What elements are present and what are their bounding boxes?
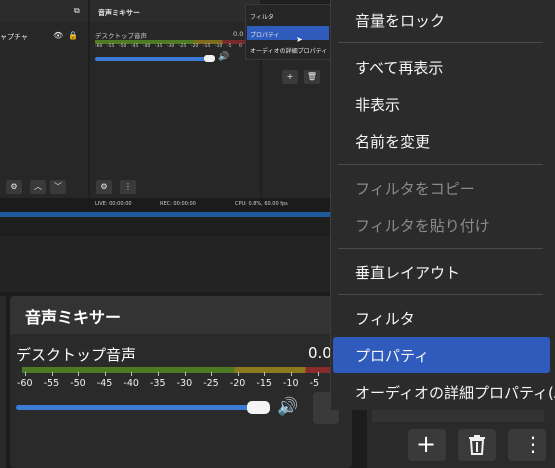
eye-icon[interactable]: 👁: [53, 31, 63, 40]
source-item-label[interactable]: ャプチャ: [0, 32, 28, 42]
speaker-icon[interactable]: 🔊: [218, 52, 229, 62]
mini-tick-label: -55: [107, 44, 115, 49]
tick-mark: [104, 372, 106, 376]
tick-label: -15: [256, 378, 272, 389]
mini-tick-label: -25: [179, 44, 187, 49]
status-cpu: CPU: 0.8%, 60.00 fps: [235, 201, 288, 207]
left-dock-edge: [0, 296, 6, 468]
tick-label: -45: [96, 378, 113, 389]
obs-thumbnail: ⧉ ャプチャ 👁 🔒 ⚙ ︿ ﹀ 音声ミキサー デスクトップ音声 0.0 -60…: [0, 0, 340, 235]
tick-mark: [264, 372, 266, 376]
mini-tick-label: -35: [155, 44, 163, 49]
tick-label: -60: [17, 378, 33, 389]
tick-label: -40: [123, 378, 139, 389]
tick-mark: [317, 372, 319, 376]
tick-label: -55: [43, 378, 60, 389]
menu-item-properties[interactable]: プロパティ: [355, 345, 429, 366]
menu-item-filters[interactable]: フィルタ: [355, 308, 415, 329]
plus-icon: +: [416, 430, 437, 458]
tick-label: -30: [176, 378, 193, 389]
more-button[interactable]: ⋮: [508, 429, 546, 461]
mini-tick-label: -60: [95, 44, 103, 49]
mini-mixer-title: 音声ミキサー: [98, 9, 140, 17]
volume-slider-thumb[interactable]: [247, 401, 270, 414]
menu-item-hide[interactable]: 非表示: [355, 94, 400, 115]
desktop-audio-value: 0.0: [308, 344, 332, 362]
mini-tick-label: -50: [119, 44, 127, 49]
trash-icon: [469, 435, 485, 455]
menu-separator: [338, 294, 543, 295]
menu-item-lock-volume[interactable]: 音量をロック: [355, 10, 445, 31]
mini-tick-label: -10: [215, 44, 223, 49]
mini-tick-row: -60 -55 -50 -45 -40 -35 -30 -25 -20 -15 -10 -5 0: [95, 44, 250, 52]
mini-tick-label: -30: [167, 44, 175, 49]
volume-slider[interactable]: [16, 405, 256, 410]
kebab-icon[interactable]: ⋮: [120, 180, 136, 194]
tick-label: -10: [283, 378, 299, 389]
status-live: LIVE: 00:00:00: [95, 201, 132, 207]
gear-icon[interactable]: ⚙: [96, 180, 112, 194]
tick-mark: [184, 372, 186, 376]
tick-mark: [237, 372, 239, 376]
speaker-icon[interactable]: 🔊: [277, 397, 298, 417]
add-button[interactable]: +: [408, 429, 446, 461]
mini-menu-advanced-audio[interactable]: オーディオの詳細プロパティ: [250, 46, 327, 55]
undock-icon[interactable]: ⧉: [74, 6, 80, 16]
mini-mixer-dock: 音声ミキサー デスクトップ音声 0.0 -60 -55 -50 -45 -40 -35 -3…: [90, 0, 260, 198]
menu-item-paste-filters[interactable]: フィルタを貼り付け: [355, 215, 490, 236]
tick-mark: [78, 372, 80, 376]
audio-mixer-title: 音声ミキサー: [25, 308, 122, 327]
menu-item-unhide-all[interactable]: すべて再表示: [355, 57, 443, 78]
desktop-audio-label: デスクトップ音声: [16, 346, 137, 364]
tick-label: -35: [150, 378, 166, 389]
mini-slider-thumb[interactable]: [204, 55, 215, 62]
mini-tick-label: 0: [239, 44, 242, 49]
menu-item-copy-filters[interactable]: フィルタをコピー: [355, 178, 475, 199]
mini-menu-properties[interactable]: プロパティ: [250, 30, 280, 39]
mini-context-menu: フィルタ プロパティ オーディオの詳細プロパティ ➤: [245, 4, 331, 60]
tick-label: -5: [309, 378, 320, 389]
mini-tick-label: -40: [143, 44, 151, 49]
tick-mark: [25, 372, 26, 376]
sources-dock: ⧉ ャプチャ 👁 🔒 ⚙ ︿ ﹀: [0, 0, 88, 198]
status-rec: REC: 00:00:00: [160, 201, 196, 207]
volume-meter: [22, 367, 330, 373]
mini-tick-label: -15: [203, 44, 211, 49]
tick-mark: [51, 372, 53, 376]
mini-tick-label: -45: [131, 44, 139, 49]
kebab-icon: ⋮: [523, 432, 543, 456]
mini-desktop-audio-value: 0.0: [233, 30, 244, 38]
tick-mark: [291, 372, 292, 376]
mini-menu-filter[interactable]: フィルタ: [250, 12, 274, 21]
tick-mark: [158, 372, 159, 376]
menu-item-rename[interactable]: 名前を変更: [355, 131, 430, 152]
plus-icon[interactable]: +: [282, 70, 298, 84]
menu-item-advanced-audio[interactable]: オーディオの詳細プロパティ(A): [355, 382, 555, 403]
menu-separator: [338, 164, 543, 165]
chevron-down-icon[interactable]: ﹀: [50, 180, 66, 194]
menu-separator: [338, 42, 543, 43]
menu-separator: [338, 248, 543, 249]
window-bottom-bar: [0, 212, 340, 217]
trash-icon[interactable]: 🗑: [304, 70, 320, 84]
mini-tick-label: -20: [191, 44, 199, 49]
mini-tick-label: -5: [227, 44, 232, 49]
mini-right-dock: + 🗑: [262, 60, 340, 198]
chevron-up-icon[interactable]: ︿: [30, 180, 46, 194]
menu-item-vertical-layout[interactable]: 垂直レイアウト: [355, 262, 460, 283]
tick-label: -50: [70, 378, 86, 389]
gear-icon[interactable]: ⚙: [6, 180, 22, 194]
mini-desktop-audio-label: デスクトップ音声: [95, 32, 147, 40]
tick-label: -20: [229, 378, 246, 389]
status-bar: LIVE: 00:00:00 REC: 00:00:00 CPU: 0.8%, …: [0, 198, 340, 212]
mini-volume-slider[interactable]: [95, 57, 211, 61]
tick-label: -25: [203, 378, 219, 389]
remove-button[interactable]: [458, 429, 496, 461]
lock-icon[interactable]: 🔒: [68, 31, 78, 40]
tick-mark: [211, 372, 213, 376]
tick-mark: [131, 372, 133, 376]
cursor-icon: ➤: [296, 35, 303, 44]
